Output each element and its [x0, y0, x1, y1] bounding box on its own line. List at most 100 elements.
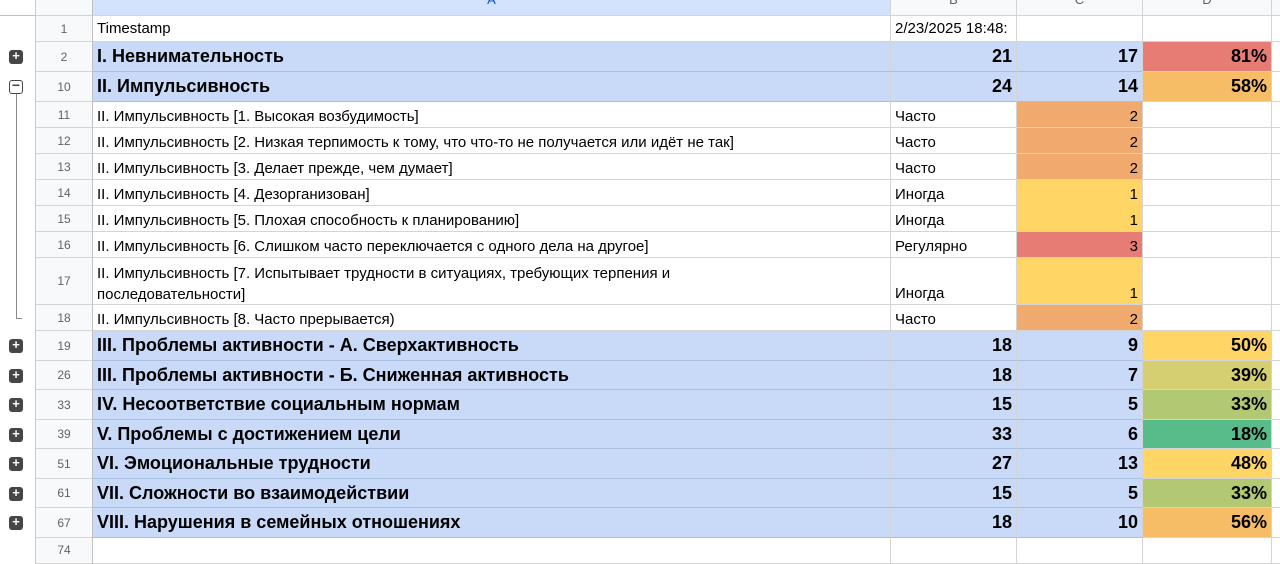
cell-e[interactable] — [1272, 42, 1280, 72]
cell-c[interactable]: 9 — [1017, 331, 1143, 361]
cell-d[interactable]: 33% — [1143, 479, 1272, 508]
row-number[interactable]: 11 — [36, 102, 93, 128]
cell-a[interactable]: VIII. Нарушения в семейных отношениях — [93, 508, 891, 538]
cell-d[interactable]: 18% — [1143, 420, 1272, 449]
cell-d[interactable]: 33% — [1143, 390, 1272, 420]
cell-b[interactable]: 18 — [891, 361, 1017, 390]
expand-group-plus-icon[interactable]: + — [9, 456, 23, 471]
collapse-group-minus-icon[interactable]: − — [9, 78, 23, 94]
cell-d[interactable] — [1143, 206, 1272, 232]
cell-e[interactable] — [1272, 72, 1280, 102]
column-header-a[interactable]: A — [93, 0, 891, 16]
cell-a[interactable]: VII. Сложности во взаимодействии — [93, 479, 891, 508]
cell-c[interactable]: 2 — [1017, 102, 1143, 128]
cell-b[interactable]: Часто — [891, 154, 1017, 180]
cell-e[interactable] — [1272, 232, 1280, 258]
cell-a[interactable]: III. Проблемы активности - Б. Сниженная … — [93, 361, 891, 390]
cell-a[interactable]: II. Импульсивность [3. Делает прежде, че… — [93, 154, 891, 180]
cell-a[interactable]: II. Импульсивность [2. Низкая терпимость… — [93, 128, 891, 154]
cell-b[interactable]: Регулярно — [891, 232, 1017, 258]
cell-e[interactable] — [1272, 154, 1280, 180]
cell-e[interactable] — [1272, 331, 1280, 361]
cell-c[interactable]: 2 — [1017, 154, 1143, 180]
row-number[interactable]: 14 — [36, 180, 93, 206]
cell-b[interactable]: 33 — [891, 420, 1017, 449]
cell-d[interactable] — [1143, 538, 1272, 564]
expand-group-plus-icon[interactable]: + — [9, 368, 23, 383]
row-number[interactable]: 1 — [36, 16, 93, 42]
cell-c[interactable]: 5 — [1017, 390, 1143, 420]
row-number[interactable]: 26 — [36, 361, 93, 390]
row-number[interactable]: 61 — [36, 479, 93, 508]
cell-e[interactable] — [1272, 102, 1280, 128]
cell-e[interactable] — [1272, 479, 1280, 508]
row-number[interactable]: 33 — [36, 390, 93, 420]
expand-group-plus-icon[interactable]: + — [9, 486, 23, 501]
cell-a[interactable]: II. Импульсивность [1. Высокая возбудимо… — [93, 102, 891, 128]
cell-e[interactable] — [1272, 508, 1280, 538]
cell-d[interactable] — [1143, 16, 1272, 42]
expand-group-plus-icon[interactable]: + — [9, 338, 23, 353]
expand-group-plus-icon[interactable]: + — [9, 49, 23, 64]
cell-a[interactable]: VI. Эмоциональные трудности — [93, 449, 891, 479]
cell-b[interactable]: Иногда — [891, 180, 1017, 206]
cell-a[interactable]: II. Импульсивность [5. Плохая способност… — [93, 206, 891, 232]
cell-d[interactable]: 48% — [1143, 449, 1272, 479]
cell-c[interactable]: 1 — [1017, 206, 1143, 232]
cell-c[interactable]: 10 — [1017, 508, 1143, 538]
cell-b[interactable]: 2/23/2025 18:48: — [891, 16, 1017, 42]
cell-a[interactable]: II. Импульсивность [8. Часто прерывается… — [93, 305, 891, 331]
cell-b[interactable]: 24 — [891, 72, 1017, 102]
cell-a[interactable]: I. Невнимательность — [93, 42, 891, 72]
cell-e[interactable] — [1272, 206, 1280, 232]
cell-a[interactable]: V. Проблемы с достижением цели — [93, 420, 891, 449]
cell-c[interactable]: 5 — [1017, 479, 1143, 508]
cell-b[interactable]: Часто — [891, 102, 1017, 128]
row-number[interactable]: 2 — [36, 42, 93, 72]
cell-c[interactable]: 7 — [1017, 361, 1143, 390]
cell-d[interactable]: 58% — [1143, 72, 1272, 102]
cell-e[interactable] — [1272, 538, 1280, 564]
cell-e[interactable] — [1272, 390, 1280, 420]
row-number[interactable]: 67 — [36, 508, 93, 538]
cell-d[interactable] — [1143, 154, 1272, 180]
cell-d[interactable] — [1143, 102, 1272, 128]
cell-c[interactable]: 2 — [1017, 305, 1143, 331]
select-all-corner[interactable] — [36, 0, 93, 16]
cell-c[interactable]: 13 — [1017, 449, 1143, 479]
cell-b[interactable]: 15 — [891, 390, 1017, 420]
row-number[interactable]: 51 — [36, 449, 93, 479]
cell-e[interactable] — [1272, 420, 1280, 449]
cell-b[interactable]: 15 — [891, 479, 1017, 508]
cell-b[interactable]: Часто — [891, 305, 1017, 331]
cell-d[interactable] — [1143, 232, 1272, 258]
column-header-b[interactable]: B — [891, 0, 1017, 16]
cell-b[interactable]: 27 — [891, 449, 1017, 479]
row-number[interactable]: 19 — [36, 331, 93, 361]
cell-c[interactable]: 3 — [1017, 232, 1143, 258]
row-number[interactable]: 18 — [36, 305, 93, 331]
cell-c[interactable]: 6 — [1017, 420, 1143, 449]
cell-d[interactable]: 81% — [1143, 42, 1272, 72]
cell-a[interactable]: II. Импульсивность [7. Испытывает трудно… — [93, 258, 891, 305]
row-number[interactable]: 15 — [36, 206, 93, 232]
cell-a[interactable]: II. Импульсивность [6. Слишком часто пер… — [93, 232, 891, 258]
cell-c[interactable]: 14 — [1017, 72, 1143, 102]
row-number[interactable]: 12 — [36, 128, 93, 154]
cell-d[interactable]: 50% — [1143, 331, 1272, 361]
cell-e[interactable] — [1272, 128, 1280, 154]
cell-a[interactable]: III. Проблемы активности - А. Сверхактив… — [93, 331, 891, 361]
column-header-d[interactable]: D — [1143, 0, 1272, 16]
row-number[interactable]: 13 — [36, 154, 93, 180]
cell-b[interactable] — [891, 538, 1017, 564]
cell-c[interactable]: 17 — [1017, 42, 1143, 72]
cell-c[interactable]: 1 — [1017, 180, 1143, 206]
cell-c[interactable]: 2 — [1017, 128, 1143, 154]
cell-c[interactable] — [1017, 16, 1143, 42]
cell-b[interactable]: Часто — [891, 128, 1017, 154]
cell-a[interactable]: Timestamp — [93, 16, 891, 42]
cell-d[interactable] — [1143, 180, 1272, 206]
cell-a[interactable] — [93, 538, 891, 564]
cell-d[interactable] — [1143, 305, 1272, 331]
cell-b[interactable]: Иногда — [891, 258, 1017, 305]
